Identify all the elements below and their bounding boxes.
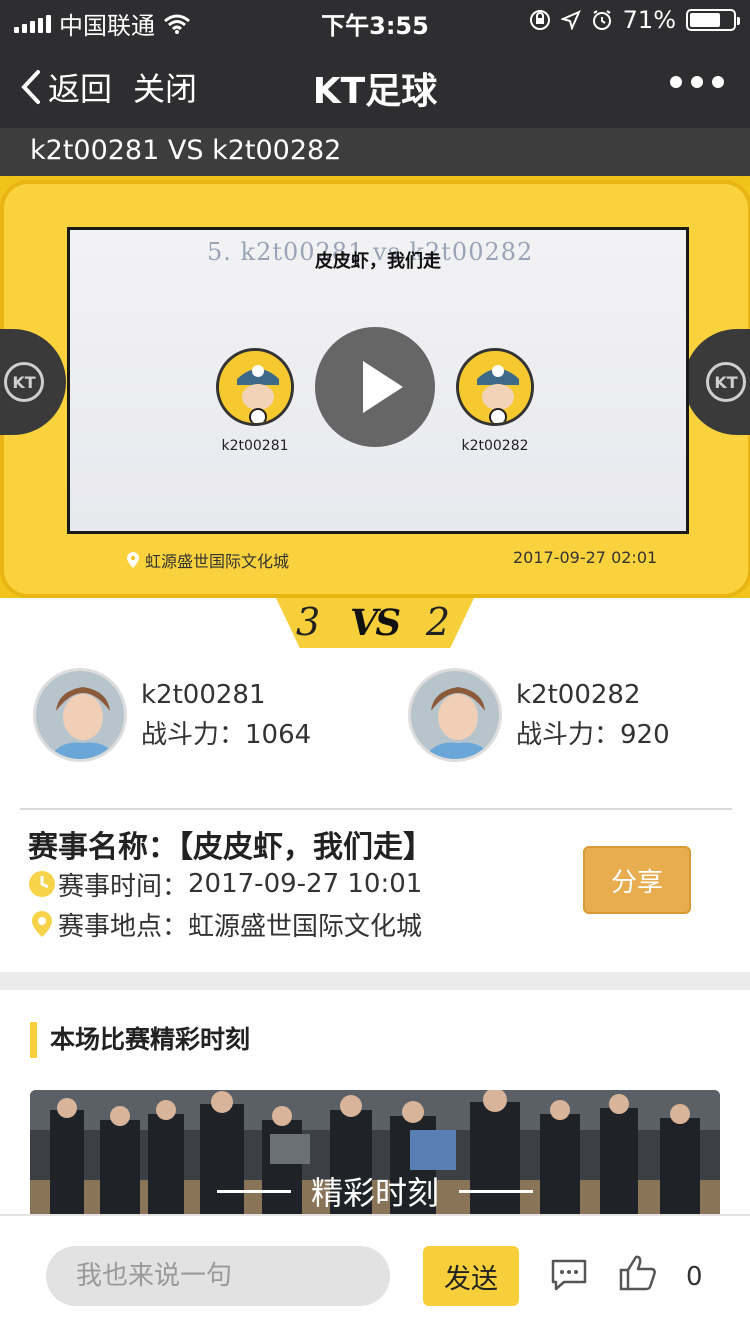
player-info: k2t00281 战斗力：1064 — [141, 675, 311, 755]
map-pin-icon — [127, 552, 139, 568]
kt-logo-icon: KT — [4, 362, 44, 402]
avatar — [33, 668, 127, 762]
player-name: k2t00281 — [141, 680, 266, 710]
status-bar: 中国联通 下午3:55 71% — [0, 0, 750, 40]
nav-bar: 返回 关闭 KT足球 — [0, 40, 750, 128]
chat-bubble-icon[interactable] — [550, 1258, 588, 1292]
left-mascot-icon — [216, 348, 294, 426]
alarm-icon — [592, 10, 611, 30]
map-pin-icon — [32, 911, 52, 937]
divider — [20, 808, 732, 810]
thumbs-up-icon[interactable] — [618, 1254, 658, 1292]
kt-logo-icon: KT — [706, 362, 746, 402]
more-dots-icon[interactable] — [670, 76, 724, 88]
vs-label: VS — [346, 602, 402, 644]
player-power: 战斗力：920 — [516, 720, 670, 750]
away-score: 2 — [425, 600, 450, 644]
poster-title: 皮皮虾，我们走 — [315, 251, 441, 272]
send-button[interactable]: 发送 — [423, 1246, 519, 1306]
video-location: 虹源盛世国际文化城 — [127, 548, 289, 572]
player-name: k2t00282 — [516, 680, 641, 710]
avatar — [408, 668, 502, 762]
video-datetime: 2017-09-27 02:01 — [513, 548, 658, 567]
clock-icon — [29, 871, 55, 897]
player-card-away[interactable]: k2t00282 战斗力：920 — [408, 668, 670, 762]
match-video[interactable]: KT KT 5. k2t00281 vs k2t00282 皮皮虾，我们走 k2… — [0, 176, 750, 598]
orientation-lock-icon — [529, 10, 550, 30]
status-right: 71% — [529, 6, 740, 34]
play-icon[interactable] — [315, 327, 435, 447]
match-title: k2t00281 VS k2t00282 — [30, 135, 342, 166]
share-button[interactable]: 分享 — [583, 846, 691, 914]
event-time: 赛事时间： 2017-09-27 10:01 — [28, 864, 588, 904]
section-gap — [0, 972, 750, 990]
location-arrow-icon — [560, 10, 581, 30]
home-score: 3 — [296, 600, 321, 644]
right-mascot-icon — [456, 348, 534, 426]
comment-bar: 我也来说一句 发送 0 — [0, 1214, 750, 1334]
event-info: 赛事名称：【皮皮虾，我们走】 赛事时间： 2017-09-27 10:01 赛事地… — [28, 822, 588, 944]
battery-icon — [686, 9, 740, 31]
video-location-text: 虹源盛世国际文化城 — [145, 552, 290, 571]
comment-input[interactable]: 我也来说一句 — [46, 1246, 390, 1306]
player-info: k2t00282 战斗力：920 — [516, 675, 670, 755]
battery-percent: 71% — [622, 6, 676, 34]
like-count: 0 — [686, 1262, 703, 1292]
score-banner: 3 VS 2 — [276, 598, 474, 648]
highlights-title: 本场比赛精彩时刻 — [30, 1022, 250, 1058]
left-team-name: k2t00281 — [221, 438, 289, 454]
event-place: 赛事地点： 虹源盛世国际文化城 — [28, 904, 588, 944]
match-title-bar: k2t00281 VS k2t00282 — [0, 128, 750, 176]
player-card-home[interactable]: k2t00281 战斗力：1064 — [33, 668, 311, 762]
right-team-name: k2t00282 — [461, 438, 529, 454]
highlight-label: 精彩时刻 — [30, 1168, 720, 1214]
page-title: KT足球 — [312, 71, 438, 112]
player-power: 战斗力：1064 — [141, 720, 312, 750]
event-name: 赛事名称：【皮皮虾，我们走】 — [28, 830, 433, 865]
highlight-card[interactable]: 精彩时刻 — [30, 1090, 720, 1214]
